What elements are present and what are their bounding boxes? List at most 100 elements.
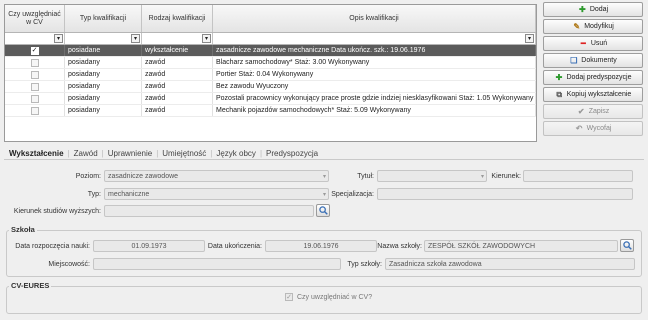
table-row[interactable]: posiadany zawód Portier Staż: 0.04 Wykonyw… — [5, 69, 536, 81]
include-in-cv-label: Czy uwzględniać w CV? — [297, 293, 373, 301]
end-date-label: Data ukończenia: — [207, 243, 262, 250]
kind-cell: zawód — [142, 93, 213, 104]
start-date-value: 01.09.1973 — [131, 242, 167, 250]
university-direction-label: Kierunek studiów wyższych: — [13, 208, 101, 215]
column-header-description[interactable]: Opis kwalifikacji — [213, 5, 536, 32]
include-checkbox[interactable] — [30, 70, 39, 79]
documents-button[interactable]: ❏ Dokumenty — [543, 53, 643, 68]
filter-kind[interactable]: ▾ — [142, 33, 213, 44]
description-cell: Portier Staż: 0.04 Wykonywany — [213, 69, 536, 80]
type-cell: posiadany — [65, 105, 142, 116]
tab-foreign-language[interactable]: Język obcy — [213, 149, 259, 158]
table-row[interactable]: posiadany zawód Blacharz samochodowy* Staż… — [5, 57, 536, 69]
include-in-cv-option[interactable]: ✓ Czy uwzględniać w CV? — [285, 293, 372, 301]
include-cell[interactable] — [5, 69, 65, 80]
school-name-value: ZESPÓŁ SZKÓŁ ZAWODOWYCH — [428, 242, 536, 250]
include-checkbox[interactable] — [30, 82, 39, 91]
tab-education[interactable]: Wykształcenie — [6, 149, 67, 158]
kind-cell: zawód — [142, 57, 213, 68]
university-direction-field[interactable] — [104, 205, 314, 217]
add-button-label: Dodaj — [589, 6, 609, 13]
type-cell: posiadany — [65, 57, 142, 68]
cv-eures-group-title: CV-EURES — [9, 281, 52, 290]
level-label: Poziom: — [75, 173, 101, 180]
table-row[interactable]: posiadany zawód Pozostali pracownicy wykon… — [5, 93, 536, 105]
kind-cell: zawód — [142, 105, 213, 116]
include-in-cv-checkbox[interactable]: ✓ — [285, 293, 293, 301]
tab-separator: | — [259, 148, 263, 158]
kind-cell: zawód — [142, 69, 213, 80]
description-cell: Pozostali pracownicy wykonujący prace pr… — [213, 93, 536, 104]
school-type-field[interactable]: Zasadnicza szkoła zawodowa — [385, 258, 635, 270]
table-row[interactable]: ✓ posiadane wykształcenie zasadnicze zawodo… — [5, 45, 536, 57]
column-header-type[interactable]: Typ kwalifikacji — [65, 5, 142, 32]
include-checkbox[interactable] — [30, 58, 39, 67]
include-cell[interactable] — [5, 105, 65, 116]
column-header-kind[interactable]: Rodzaj kwalifikacji — [142, 5, 213, 32]
add-predisposition-label: Dodaj predyspozycje — [566, 74, 632, 81]
filter-type[interactable]: ▾ — [65, 33, 142, 44]
modify-button-label: Modyfikuj — [584, 23, 614, 30]
chevron-down-icon[interactable]: ▾ — [131, 34, 140, 43]
specialization-label: Specjalizacja: — [331, 191, 374, 198]
include-checkbox[interactable] — [30, 94, 39, 103]
school-name-field[interactable]: ZESPÓŁ SZKÓŁ ZAWODOWYCH — [424, 240, 618, 252]
direction-field[interactable] — [523, 170, 633, 182]
include-checkbox[interactable] — [30, 106, 39, 115]
type-cell: posiadane — [65, 45, 142, 56]
qualification-tabs: Wykształcenie | Zawód | Uprawnienie | Umiej… — [6, 146, 321, 160]
delete-button[interactable]: ━ Usuń — [543, 36, 643, 51]
tab-predisposition[interactable]: Predyspozycja — [263, 149, 321, 158]
description-cell: Bez zawodu Wyuczony — [213, 81, 536, 92]
revert-button[interactable]: ↶ Wycofaj — [543, 121, 643, 136]
modify-button[interactable]: ✎ Modyfikuj — [543, 19, 643, 34]
chevron-down-icon[interactable]: ▾ — [525, 34, 534, 43]
include-cell[interactable] — [5, 93, 65, 104]
tab-divider — [4, 159, 644, 160]
filter-include[interactable]: ▾ — [5, 33, 65, 44]
level-select[interactable]: zasadnicze zawodowe ▾ — [104, 170, 329, 182]
copy-education-button[interactable]: ⧉ Kopiuj wykształcenie — [543, 87, 643, 102]
type-select[interactable]: mechaniczne ▾ — [104, 188, 329, 200]
city-label: Miejscowość: — [48, 261, 90, 268]
filter-description[interactable]: ▾ — [213, 33, 536, 44]
start-date-label: Data rozpoczęcia nauki: — [15, 243, 90, 250]
end-date-field[interactable]: 19.06.1976 — [265, 240, 377, 252]
tab-separator: | — [156, 148, 159, 158]
revert-button-label: Wycofaj — [586, 125, 612, 132]
type-label: Typ: — [87, 191, 101, 198]
table-row[interactable]: posiadany zawód Bez zawodu Wyuczony — [5, 81, 536, 93]
education-form: Poziom: zasadnicze zawodowe ▾ Tytuł: ▾ K… — [4, 162, 644, 317]
copy-education-label: Kopiuj wykształcenie — [566, 91, 632, 98]
include-cell[interactable] — [5, 57, 65, 68]
kind-cell: zawód — [142, 81, 213, 92]
city-field[interactable] — [93, 258, 341, 270]
table-row[interactable]: posiadany zawód Mechanik pojazdów samochod… — [5, 105, 536, 117]
tab-separator: | — [101, 148, 104, 158]
school-search-button[interactable] — [620, 239, 634, 252]
save-button[interactable]: ✔ Zapisz — [543, 104, 643, 119]
tab-occupation[interactable]: Zawód — [71, 149, 101, 158]
documents-icon: ❏ — [570, 56, 578, 65]
column-header-include[interactable]: Czy uwzględniać w CV — [5, 5, 65, 32]
add-button[interactable]: ✚ Dodaj — [543, 2, 643, 17]
search-button[interactable] — [316, 204, 330, 217]
tab-skill[interactable]: Umiejętność — [159, 149, 209, 158]
search-icon — [318, 206, 328, 215]
specialization-field[interactable] — [377, 188, 633, 200]
include-cell[interactable]: ✓ — [5, 45, 65, 56]
add-predisposition-button[interactable]: ✚ Dodaj predyspozycje — [543, 70, 643, 85]
chevron-down-icon[interactable]: ▾ — [54, 34, 63, 43]
title-label: Tytuł: — [357, 173, 374, 180]
start-date-field[interactable]: 01.09.1973 — [93, 240, 205, 252]
include-cell[interactable] — [5, 81, 65, 92]
include-checkbox[interactable]: ✓ — [30, 46, 39, 55]
title-select[interactable]: ▾ — [377, 170, 487, 182]
delete-button-label: Usuń — [590, 40, 608, 47]
chevron-down-icon[interactable]: ▾ — [202, 34, 211, 43]
school-type-value: Zasadnicza szkoła zawodowa — [389, 260, 482, 268]
tab-license[interactable]: Uprawnienie — [105, 149, 155, 158]
type-cell: posiadany — [65, 69, 142, 80]
minus-icon: ━ — [580, 39, 586, 48]
description-cell: Mechanik pojazdów samochodowych* Staż: 5… — [213, 105, 536, 116]
